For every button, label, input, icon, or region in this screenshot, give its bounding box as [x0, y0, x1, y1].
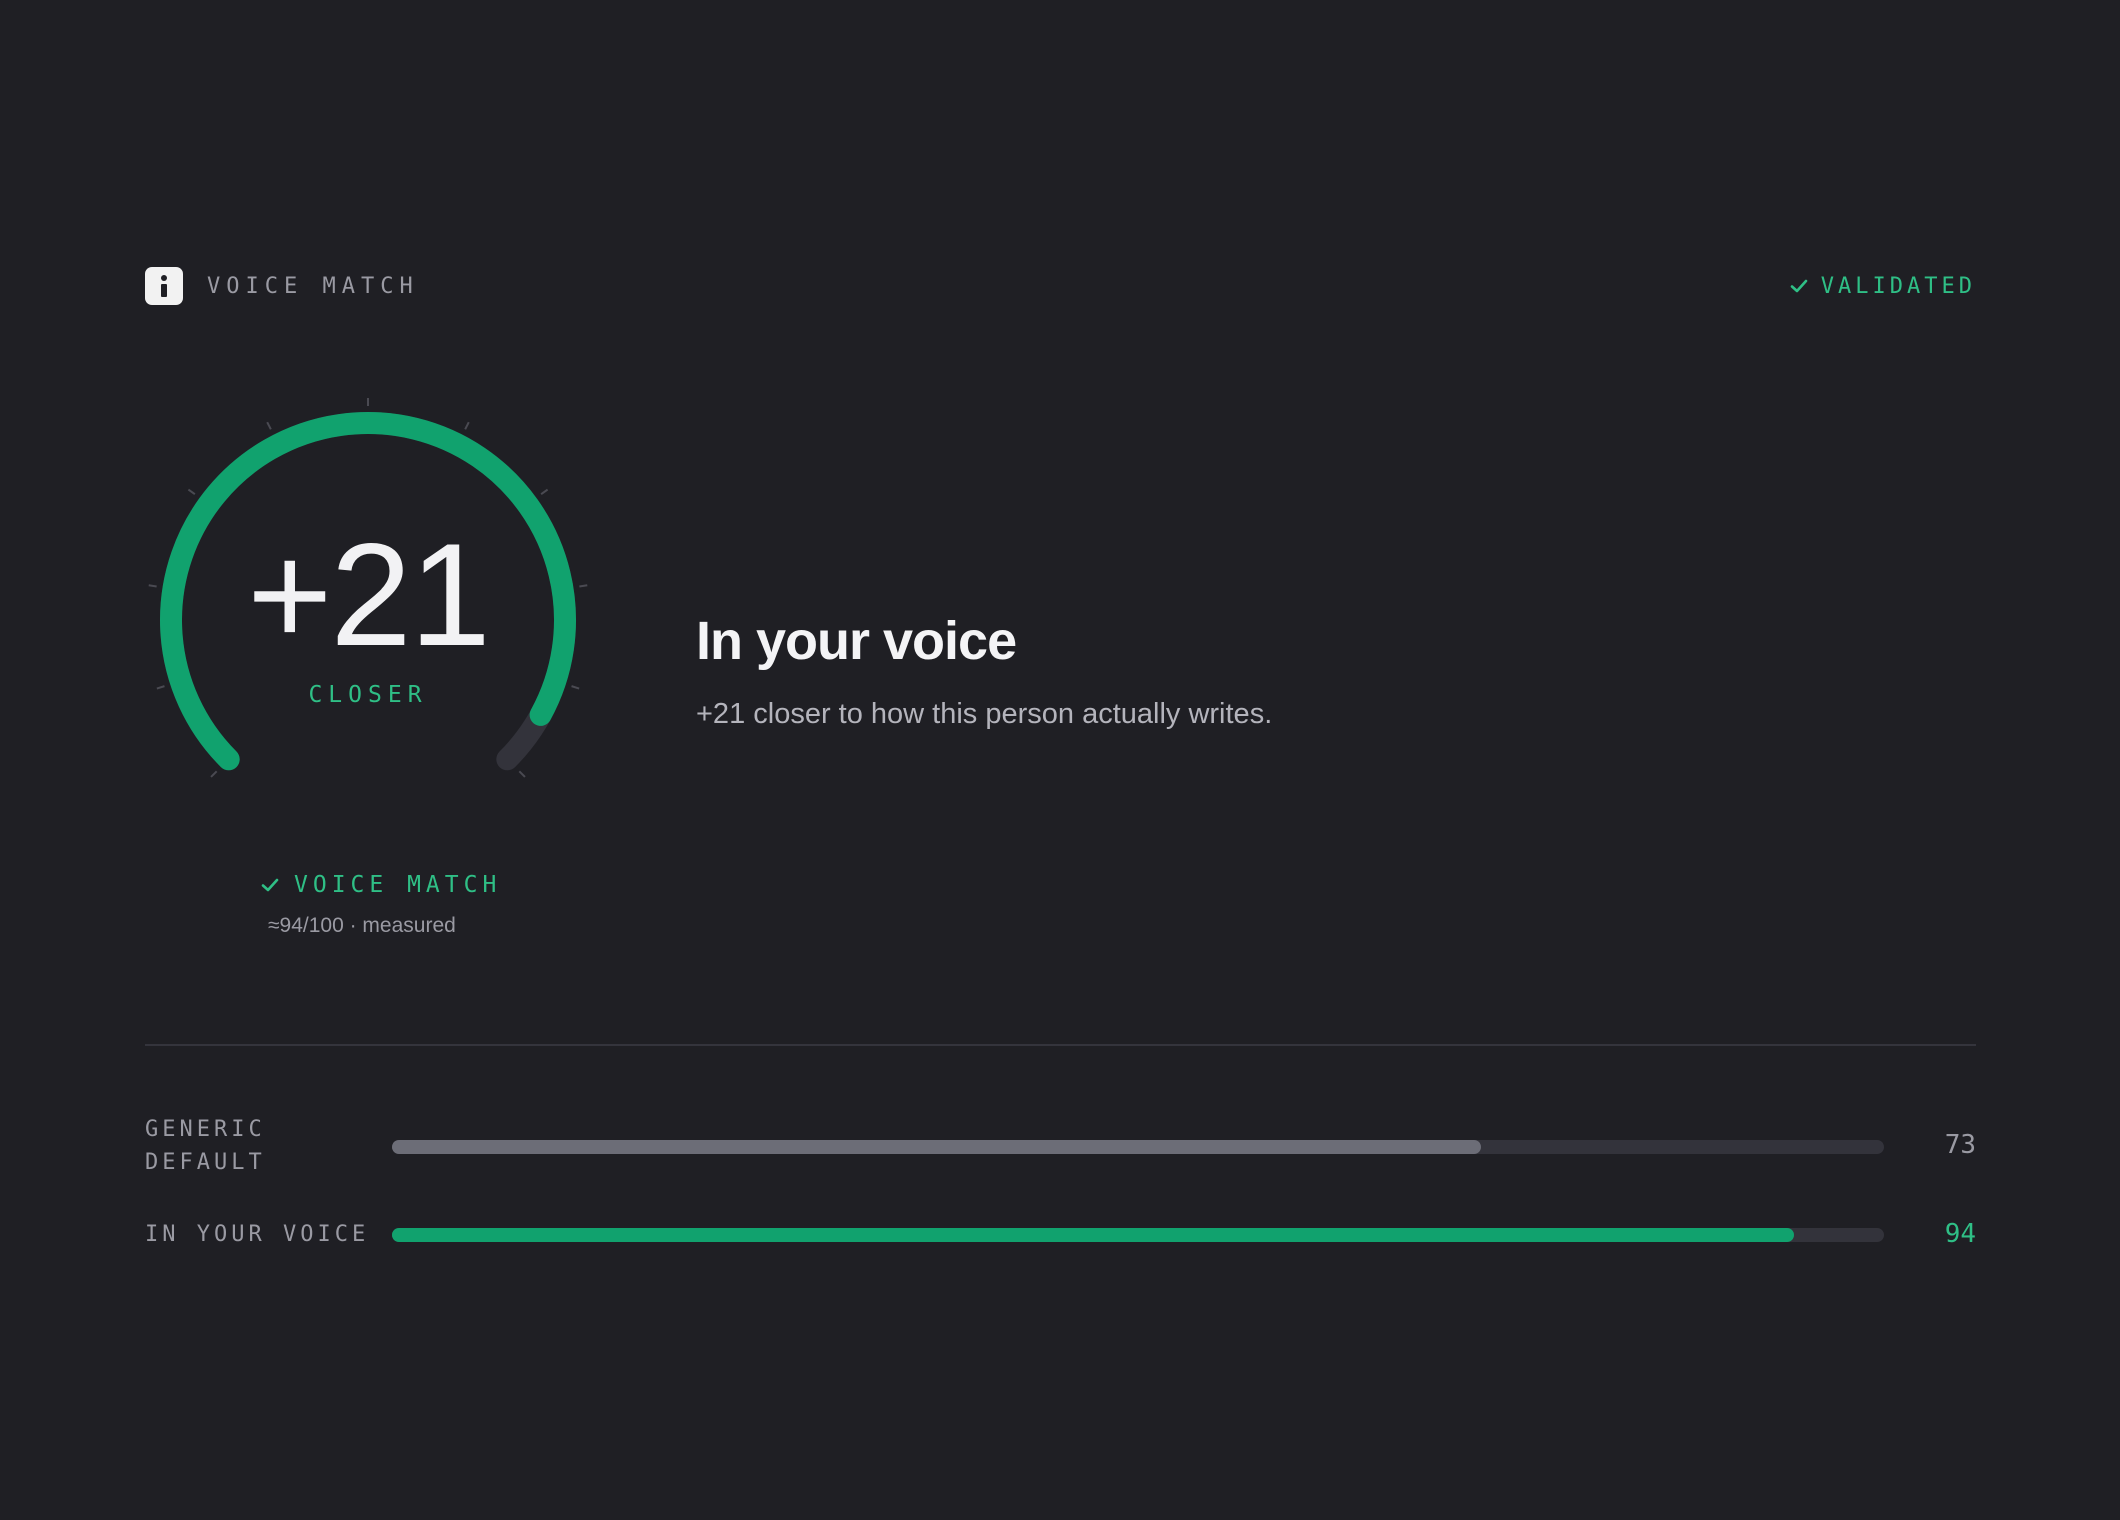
gauge-tick	[266, 421, 272, 430]
bar-label-voice: IN YOUR VOICE	[145, 1218, 369, 1251]
voice-match-score: ≈94/100 · measured	[268, 914, 456, 937]
headline: In your voice	[696, 611, 1017, 671]
gauge-tick	[518, 770, 526, 778]
gauge	[148, 398, 588, 778]
bar-fill-voice	[392, 1228, 1795, 1242]
bar-fill-generic	[392, 1140, 1482, 1154]
gauge-value: +21	[247, 513, 491, 676]
check-icon	[261, 878, 279, 892]
subline: +21 closer to how this person actually w…	[696, 698, 1273, 730]
bar-track-voice	[392, 1228, 1884, 1242]
gauge-tick	[210, 770, 218, 778]
bar-track-generic	[392, 1140, 1884, 1154]
divider	[145, 1044, 1976, 1046]
bar-value-generic: 73	[1944, 1130, 1976, 1160]
bar-label-line: IN YOUR VOICE	[145, 1222, 370, 1247]
bar-value-voice: 94	[1944, 1219, 1976, 1249]
voice-match-card: VOICE MATCH VALIDATED +21 CLOSER VOICE M…	[0, 0, 2120, 1520]
gauge-caption: CLOSER	[308, 682, 428, 708]
gauge-tick	[464, 421, 470, 430]
bar-label-line: DEFAULT	[145, 1150, 266, 1175]
gauge-tick	[540, 488, 549, 496]
voice-match-indicator: VOICE MATCH	[260, 872, 501, 898]
voice-match-label: VOICE MATCH	[294, 872, 502, 898]
bar-label-generic: GENERIC DEFAULT	[145, 1113, 266, 1179]
gauge-tick	[187, 488, 196, 496]
bar-label-line: GENERIC	[145, 1117, 266, 1142]
